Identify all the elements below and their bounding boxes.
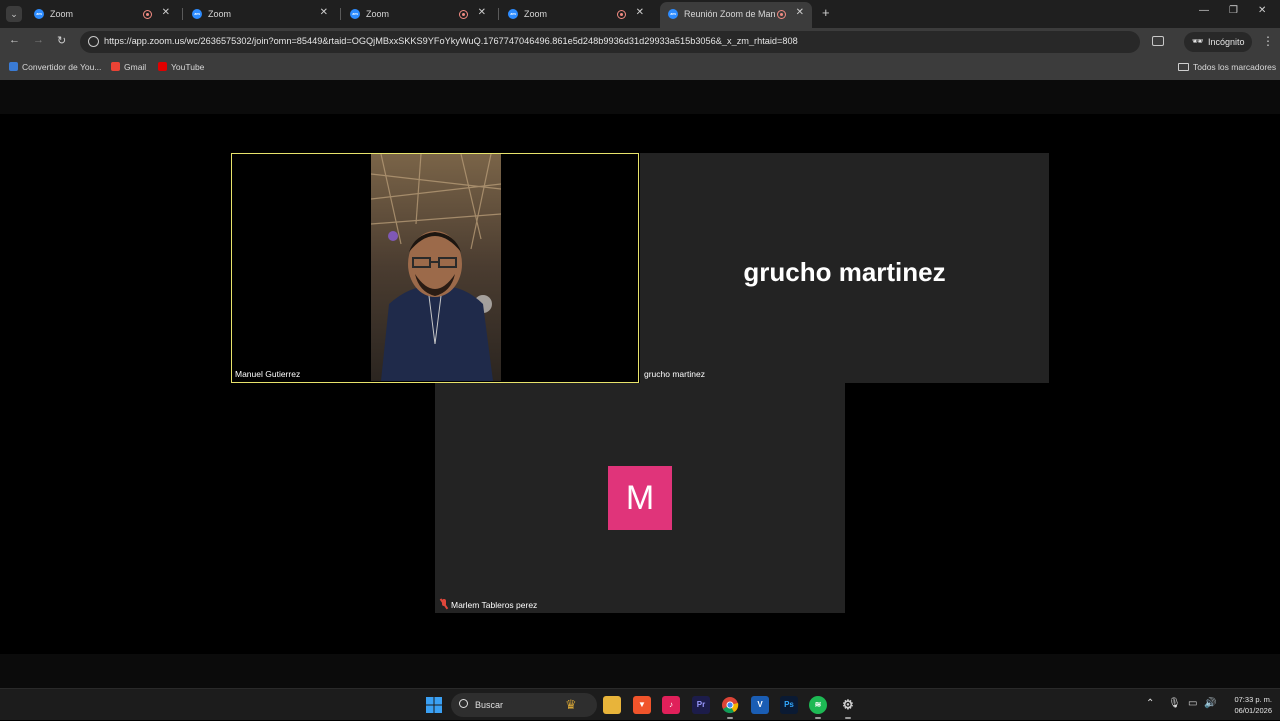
close-tab-icon[interactable]: ✕ — [796, 7, 804, 18]
tab-divider — [340, 8, 341, 20]
close-tab-icon[interactable]: ✕ — [320, 7, 328, 18]
address-bar[interactable]: https://app.zoom.us/wc/2636575302/join?o… — [80, 31, 1140, 53]
taskbar-search[interactable]: Buscar ♛ — [451, 693, 597, 717]
participant-name-row: Marlem Tableros perez — [440, 599, 537, 610]
meeting-top-bar — [0, 80, 1280, 114]
participant-video-feed — [371, 154, 501, 381]
settings-icon[interactable]: ⚙ — [839, 696, 857, 714]
tab-divider — [498, 8, 499, 20]
search-icon — [459, 699, 468, 708]
brave-icon[interactable]: ▼ — [633, 696, 651, 714]
more-menu-icon[interactable]: ⋮ — [1262, 34, 1274, 48]
zoom-favicon-icon: zm — [508, 9, 518, 19]
new-tab-plus-icon[interactable]: + — [822, 5, 830, 20]
browser-toolbar: ← → ↻ https://app.zoom.us/wc/2636575302/… — [0, 28, 1280, 56]
browser-tab[interactable]: zm Zoom ✕ — [26, 2, 178, 26]
zoom-favicon-icon: zm — [350, 9, 360, 19]
bookmark-label: Gmail — [124, 62, 147, 72]
zoom-favicon-icon: zm — [192, 9, 202, 19]
all-bookmarks[interactable]: Todos los marcadores — [1178, 62, 1276, 72]
youtube-icon — [158, 62, 167, 71]
tab-title: Zoom — [50, 9, 74, 19]
meeting-bottom-bar — [0, 654, 1280, 688]
tab-title: Reunión Zoom de Manuel Gutierrez — [684, 9, 776, 19]
tiktok-icon[interactable]: ♪ — [662, 696, 680, 714]
browser-tab[interactable]: zm Zoom ✕ — [342, 2, 494, 26]
taskbar: Buscar ♛ ▼ ♪ Pr V Ps ≋ ⚙ ⌃ 🎙 ▭ 🔊 07:33 p… — [0, 688, 1280, 720]
tab-title: Zoom — [366, 9, 390, 19]
bookmark-label: Convertidor de You... — [22, 62, 102, 72]
close-window-icon[interactable]: ✕ — [1258, 5, 1266, 16]
tab-title: Zoom — [524, 9, 548, 19]
reading-mode-icon[interactable] — [1152, 36, 1164, 46]
recording-icon — [617, 10, 626, 19]
incognito-icon: 🕶 — [1192, 36, 1204, 46]
incognito-badge[interactable]: 🕶 Incógnito — [1184, 32, 1252, 52]
zoom-favicon-icon: zm — [668, 9, 678, 19]
browser-tab-active[interactable]: zm Reunión Zoom de Manuel Gutierrez ✕ — [660, 2, 812, 28]
spotify-icon[interactable]: ≋ — [809, 696, 827, 714]
incognito-label: Incógnito — [1208, 37, 1245, 47]
restore-icon[interactable]: ❐ — [1229, 5, 1238, 16]
bookmark-item[interactable]: Convertidor de You... — [9, 62, 101, 72]
participant-name: Manuel Gutierrez — [235, 369, 301, 379]
file-explorer-icon[interactable] — [603, 696, 621, 714]
zoom-favicon-icon: zm — [34, 9, 44, 19]
participant-name: grucho martinez — [644, 369, 705, 379]
participant-tile[interactable]: M Marlem Tableros perez — [435, 383, 845, 613]
zoom-meeting-area: Manuel Gutierrez grucho martinez grucho … — [0, 80, 1280, 688]
recording-icon — [143, 10, 152, 19]
bookmark-item[interactable]: Gmail — [111, 62, 146, 72]
back-arrow-icon[interactable]: ← — [9, 34, 20, 46]
search-label: Buscar — [475, 700, 504, 710]
close-tab-icon[interactable]: ✕ — [478, 7, 486, 18]
tab-title: Zoom — [208, 9, 232, 19]
tab-search-chevron-icon[interactable]: ⌄ — [6, 6, 22, 22]
active-app-indicator — [727, 717, 733, 719]
all-bookmarks-label: Todos los marcadores — [1193, 62, 1277, 72]
url-text[interactable]: https://app.zoom.us/wc/2636575302/join?o… — [104, 36, 1124, 46]
tab-strip: ⌄ zm Zoom ✕ zm Zoom ✕ zm Zoom ✕ zm Zoom … — [0, 0, 1280, 28]
clock[interactable]: 07:33 p. m. 06/01/2026 — [1222, 694, 1272, 716]
active-app-indicator — [845, 717, 851, 719]
tray-chevron-icon[interactable]: ⌃ — [1146, 698, 1154, 709]
converter-favicon-icon — [9, 62, 18, 71]
network-icon[interactable]: ▭ — [1188, 698, 1197, 709]
recording-icon — [777, 10, 786, 19]
participant-tile[interactable]: grucho martinez grucho martinez — [640, 153, 1049, 383]
close-tab-icon[interactable]: ✕ — [636, 7, 644, 18]
forward-arrow-icon[interactable]: → — [33, 34, 44, 46]
gmail-icon — [111, 62, 120, 71]
recording-icon — [459, 10, 468, 19]
photoshop-icon[interactable]: Ps — [780, 696, 798, 714]
participant-video-tile[interactable]: Manuel Gutierrez — [231, 153, 639, 383]
participant-name: Marlem Tableros perez — [451, 600, 538, 610]
premiere-icon[interactable]: Pr — [692, 696, 710, 714]
browser-tab[interactable]: zm Zoom ✕ — [184, 2, 336, 26]
minimize-icon[interactable]: — — [1199, 5, 1209, 16]
crown-icon: ♛ — [565, 697, 577, 712]
bookmarks-bar: Convertidor de You... Gmail YouTube Todo… — [0, 56, 1280, 80]
close-tab-icon[interactable]: ✕ — [162, 7, 170, 18]
clock-date: 06/01/2026 — [1234, 706, 1272, 715]
windows-start-icon[interactable] — [425, 696, 443, 714]
site-info-icon[interactable] — [88, 36, 99, 47]
chrome-icon[interactable] — [721, 696, 739, 714]
microphone-icon[interactable]: 🎙 — [1168, 698, 1181, 709]
avatar: M — [608, 466, 672, 530]
bookmark-label: YouTube — [171, 62, 205, 72]
bookmark-item[interactable]: YouTube — [158, 62, 204, 72]
reload-icon[interactable]: ↻ — [57, 34, 66, 47]
visio-icon[interactable]: V — [751, 696, 769, 714]
active-app-indicator — [815, 717, 821, 719]
browser-tab[interactable]: zm Zoom ✕ — [500, 2, 652, 26]
volume-icon[interactable]: 🔊 — [1204, 698, 1216, 709]
clock-time: 07:33 p. m. — [1234, 695, 1272, 704]
folder-icon — [1178, 63, 1189, 71]
participant-display-name: grucho martinez — [743, 257, 946, 287]
tab-divider — [182, 8, 183, 20]
mic-muted-icon — [440, 599, 448, 609]
